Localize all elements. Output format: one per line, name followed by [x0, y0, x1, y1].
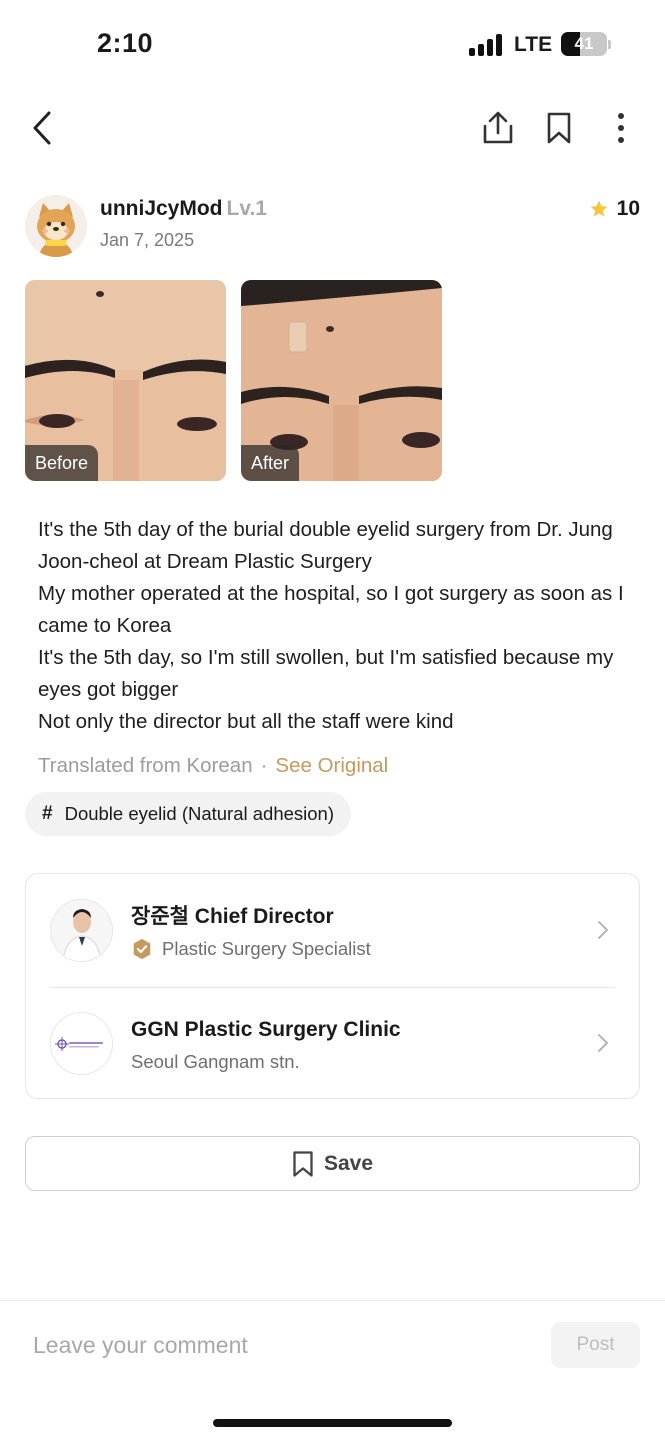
top-nav-bar: [0, 100, 665, 160]
star-icon: [590, 200, 607, 217]
rating: 10: [589, 197, 640, 221]
post-body: It's the 5th day of the burial double ey…: [38, 514, 638, 738]
translated-label: Translated from Korean: [38, 754, 253, 777]
post-body-line: It's the 5th day of the burial double ey…: [38, 518, 613, 573]
cellular-signal-icon: [469, 34, 503, 56]
doctor-avatar: [50, 899, 113, 962]
back-button[interactable]: [22, 108, 62, 148]
doctor-row[interactable]: 장준철 Chief Director Plastic Surgery Speci…: [26, 874, 639, 986]
post-body-line: Not only the director but all the staff …: [38, 710, 454, 733]
battery-icon: 41: [561, 32, 607, 56]
photo-label-before: Before: [25, 445, 99, 481]
more-vertical-icon: [618, 113, 624, 143]
comment-input[interactable]: [33, 1325, 523, 1365]
chevron-right-icon: [598, 1034, 608, 1052]
doctor-clinic-card: 장준철 Chief Director Plastic Surgery Speci…: [25, 873, 640, 1099]
post-body-line: My mother operated at the hospital, so I…: [38, 582, 624, 637]
doctor-specialty: Plastic Surgery Specialist: [131, 938, 371, 960]
share-icon: [483, 111, 513, 144]
translation-notice: Translated from Korean · See Original: [38, 754, 388, 778]
save-button[interactable]: Save: [25, 1136, 640, 1191]
clinic-logo-icon: [51, 1013, 112, 1074]
post-body-line: It's the 5th day, so I'm still swollen, …: [38, 646, 614, 701]
clinic-location: Seoul Gangnam stn.: [131, 1051, 300, 1072]
author-username[interactable]: unniJcyMod Lv.1: [100, 197, 267, 221]
procedure-tag-chip[interactable]: # Double eyelid (Natural adhesion): [25, 792, 352, 836]
share-button[interactable]: [478, 108, 518, 148]
hashtag-icon: #: [42, 803, 53, 824]
status-bar: 2:10 LTE 41: [0, 0, 665, 90]
separator-dot: ·: [260, 754, 268, 777]
see-original-link[interactable]: See Original: [275, 754, 388, 777]
chevron-right-icon: [598, 921, 608, 939]
clinic-row[interactable]: GGN Plastic Surgery Clinic Seoul Gangnam…: [26, 988, 639, 1100]
chevron-left-icon: [33, 111, 51, 145]
network-type: LTE: [514, 33, 553, 56]
home-indicator: [213, 1419, 452, 1427]
clinic-logo: [50, 1012, 113, 1075]
battery-tip: [608, 40, 611, 49]
doctor-specialty-text: Plastic Surgery Specialist: [162, 938, 371, 959]
post-date: Jan 7, 2025: [100, 230, 195, 250]
photo-label-after: After: [241, 445, 300, 481]
after-photo[interactable]: After: [241, 280, 442, 481]
rating-value: 10: [616, 197, 640, 220]
author-avatar[interactable]: [25, 195, 87, 257]
doctor-name: 장준철 Chief Director: [131, 905, 334, 928]
more-options-button[interactable]: [601, 108, 641, 148]
author-name-text: unniJcyMod: [100, 197, 223, 220]
bookmark-icon: [293, 1150, 313, 1177]
procedure-tag-label: Double eyelid (Natural adhesion): [64, 803, 335, 824]
bookmark-icon: [547, 112, 571, 144]
dog-avatar-icon: [25, 195, 87, 257]
before-photo[interactable]: Before: [25, 280, 226, 481]
bookmark-button[interactable]: [539, 108, 579, 148]
post-comment-button[interactable]: Post: [551, 1322, 640, 1368]
verified-badge-icon: [133, 938, 151, 960]
save-button-label: Save: [323, 1151, 374, 1175]
author-level: Lv.1: [226, 197, 267, 220]
status-time: 2:10: [97, 28, 154, 58]
doctor-photo-icon: [51, 900, 112, 961]
battery-percent: 41: [574, 34, 594, 53]
clinic-name: GGN Plastic Surgery Clinic: [131, 1018, 401, 1041]
